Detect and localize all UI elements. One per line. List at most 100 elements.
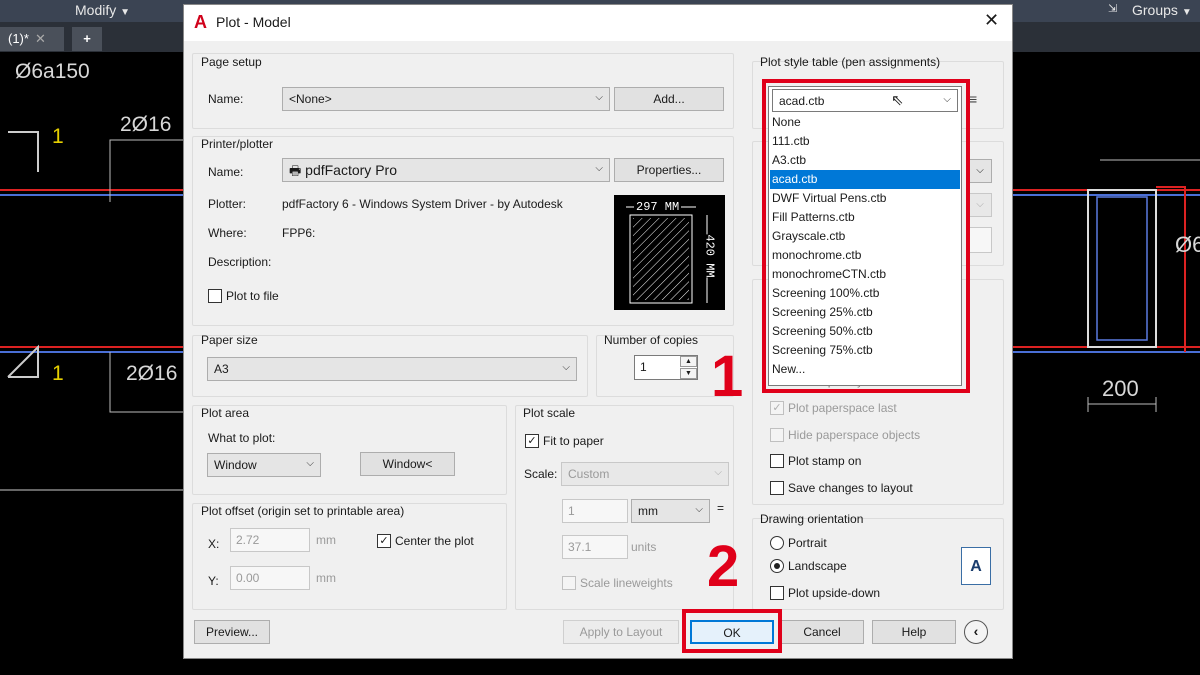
orientation-icon-letter: A <box>970 558 982 575</box>
properties-button[interactable]: Properties... <box>614 158 724 182</box>
save-changes-checkbox[interactable] <box>770 481 784 495</box>
what-to-plot-select[interactable]: Window ⌵ <box>207 453 321 477</box>
plot-area-label: Plot area <box>201 406 250 420</box>
scale-lineweights-checkbox[interactable] <box>562 576 576 590</box>
landscape-radio[interactable] <box>770 559 784 573</box>
scale-numerator-value: 1 <box>568 504 575 518</box>
what-to-plot-value: Window <box>214 458 257 472</box>
paperspace-last-checkbox[interactable]: ✓ <box>770 401 784 415</box>
dialog-title: Plot - Model <box>216 14 291 30</box>
annotation-box-ok <box>682 609 782 653</box>
offset-x-input[interactable]: 2.72 <box>230 528 310 552</box>
plot-to-file-label: Plot to file <box>226 289 279 303</box>
scale-lineweights-label: Scale lineweights <box>580 576 673 590</box>
expand-icon[interactable]: ⇲ <box>1108 2 1117 15</box>
offset-y-input[interactable]: 0.00 <box>230 566 310 590</box>
menu-modify[interactable]: Modify ▼ <box>75 2 130 18</box>
chevron-down-icon: ⌵ <box>695 504 703 515</box>
preview-height: 420 MM <box>702 234 717 278</box>
autocad-logo-icon: A <box>194 12 207 32</box>
offset-y-unit: mm <box>316 571 336 585</box>
where-value: FPP6: <box>282 226 316 240</box>
cad-label: 200 <box>1102 376 1139 401</box>
plot-offset-group <box>192 503 507 610</box>
offset-y-value: 0.00 <box>236 571 260 585</box>
paper-size-select[interactable]: A3 ⌵ <box>207 357 577 381</box>
scale-denominator-input[interactable]: 37.1 <box>562 535 628 559</box>
scale-numerator-input[interactable]: 1 <box>562 499 628 523</box>
description-label: Description: <box>208 255 272 269</box>
chevron-down-icon[interactable]: ⌵ <box>968 159 992 183</box>
spin-down-icon[interactable]: ▼ <box>680 368 697 379</box>
orientation-label: Drawing orientation <box>760 512 864 526</box>
save-changes-label: Save changes to layout <box>788 481 913 495</box>
annotation-number-one: 1 <box>711 344 744 409</box>
scale-units-label: units <box>631 540 657 554</box>
cad-label: 1 <box>52 362 64 385</box>
center-plot-label: Center the plot <box>395 534 474 548</box>
apply-to-layout-button[interactable]: Apply to Layout <box>563 620 679 644</box>
plot-stamp-checkbox[interactable] <box>770 454 784 468</box>
page-setup-name-label: Name: <box>208 92 244 106</box>
chevron-down-icon: ▼ <box>1181 7 1192 18</box>
chevron-down-icon: ⌵ <box>595 163 603 174</box>
chevron-down-icon: ⌵ <box>595 92 603 103</box>
new-tab-icon[interactable]: + <box>72 27 102 51</box>
preview-button[interactable]: Preview... <box>194 620 270 644</box>
offset-x-unit: mm <box>316 533 336 547</box>
scale-unit-select[interactable]: mm ⌵ <box>631 499 710 523</box>
paperspace-last-label: Plot paperspace last <box>788 401 897 415</box>
plot-offset-label: Plot offset (origin set to printable are… <box>201 504 405 518</box>
plot-scale-label: Plot scale <box>523 406 576 420</box>
close-icon[interactable]: ✕ <box>35 31 46 46</box>
cancel-button[interactable]: Cancel <box>780 620 864 644</box>
scale-value: Custom <box>568 467 610 481</box>
paper-size-label: Paper size <box>201 333 258 347</box>
printer-icon: 🖶 <box>289 163 302 178</box>
portrait-radio[interactable] <box>770 536 784 550</box>
scale-unit-value: mm <box>638 504 658 518</box>
window-button[interactable]: Window< <box>360 452 455 476</box>
landscape-label: Landscape <box>788 559 847 573</box>
file-tab-label: (1)* <box>8 31 29 46</box>
edit-style-icon[interactable]: ≡ <box>969 91 987 111</box>
menu-groups[interactable]: Groups ▼ <box>1132 2 1192 18</box>
plot-dialog: A Plot - Model ✕ Page setup Name: <None>… <box>183 4 1013 659</box>
chevron-down-icon: ▼ <box>120 7 131 18</box>
cad-label: 2Ø16 <box>126 362 178 385</box>
offset-x-label: X: <box>208 537 220 551</box>
printer-select[interactable]: 🖶 pdfFactory Pro ⌵ <box>282 158 610 182</box>
chevron-down-icon[interactable]: ⌵ <box>968 193 992 217</box>
file-tab[interactable]: (1)* ✕ <box>0 27 64 51</box>
printer-label: Printer/plotter <box>201 137 274 151</box>
plotter-value: pdfFactory 6 - Windows System Driver - b… <box>282 197 563 211</box>
scale-label: Scale: <box>524 467 558 481</box>
annotation-number-two: 2 <box>707 534 740 599</box>
menu-modify-label: Modify <box>75 2 117 18</box>
page-setup-select[interactable]: <None> ⌵ <box>282 87 610 111</box>
annotation-box-dropdown <box>762 79 970 393</box>
title-bar: A Plot - Model ✕ <box>184 5 1012 41</box>
upside-down-checkbox[interactable] <box>770 586 784 600</box>
where-label: Where: <box>208 226 247 240</box>
plot-to-file-checkbox[interactable] <box>208 289 222 303</box>
add-button[interactable]: Add... <box>614 87 724 111</box>
fit-to-paper-checkbox[interactable]: ✓ <box>525 434 539 448</box>
scale-equals: = <box>717 501 725 515</box>
chevron-down-icon: ⌵ <box>714 467 722 478</box>
orientation-icon: A <box>961 547 991 585</box>
hide-paperspace-checkbox[interactable] <box>770 428 784 442</box>
chevron-down-icon: ⌵ <box>306 458 314 469</box>
close-icon[interactable]: ✕ <box>984 10 999 31</box>
help-button[interactable]: Help <box>872 620 956 644</box>
what-to-plot-label: What to plot: <box>208 431 276 445</box>
cad-label: Ø6a150 <box>15 60 90 83</box>
hide-paperspace-label: Hide paperspace objects <box>788 428 921 442</box>
expand-options-icon[interactable]: ‹ <box>964 620 988 644</box>
dpi-input[interactable] <box>968 227 992 253</box>
center-plot-checkbox[interactable]: ✓ <box>377 534 391 548</box>
fit-to-paper-label: Fit to paper <box>543 434 604 448</box>
spin-up-icon[interactable]: ▲ <box>680 356 697 367</box>
scale-select[interactable]: Custom ⌵ <box>561 462 729 486</box>
plotter-label: Plotter: <box>208 197 247 211</box>
